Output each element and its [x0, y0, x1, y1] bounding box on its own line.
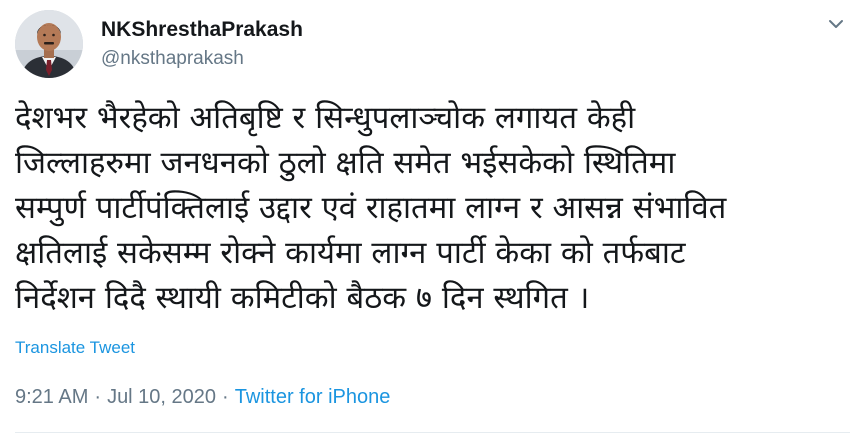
tweet-metadata: 9:21 AM · Jul 10, 2020 · Twitter for iPhone: [15, 384, 390, 410]
meta-separator: ·: [94, 386, 102, 408]
tweet-header: NKShresthaPrakash @nksthaprakash: [15, 8, 303, 80]
tweet-source-link[interactable]: Twitter for iPhone: [235, 386, 391, 408]
user-handle[interactable]: @nksthaprakash: [101, 47, 303, 71]
tweet-text-line: सम्पुर्ण पार्टीपंक्तिलाई उद्दार एवं राहा…: [15, 190, 727, 226]
user-names: NKShresthaPrakash @nksthaprakash: [101, 17, 303, 71]
display-name[interactable]: NKShresthaPrakash: [101, 17, 303, 43]
tweet-text: देशभर भैरहेको अतिबृष्टि र सिन्धुपलाञ्चोक…: [15, 96, 835, 321]
tweet-date: Jul 10, 2020: [107, 386, 217, 408]
meta-separator: ·: [222, 386, 229, 408]
tweet-text-line: निर्देशन दिदै स्थायी कमिटीको बैठक ७ दिन …: [15, 280, 590, 316]
translate-tweet-link[interactable]: Translate Tweet: [15, 337, 135, 359]
avatar-photo-icon: [15, 10, 83, 78]
avatar[interactable]: [15, 10, 83, 78]
chevron-down-icon[interactable]: [826, 14, 846, 34]
tweet-text-line: जिल्लाहरुमा जनधनको ठुलो क्षति समेत भईसके…: [15, 145, 676, 181]
divider: [15, 432, 850, 433]
tweet-text-line: क्षतिलाई सकेसम्म रोक्ने कार्यमा लाग्न पा…: [15, 235, 686, 271]
tweet-text-line: देशभर भैरहेको अतिबृष्टि र सिन्धुपलाञ्चोक…: [15, 100, 636, 136]
tweet: NKShresthaPrakash @nksthaprakash देशभर भ…: [0, 0, 850, 435]
tweet-time: 9:21 AM: [15, 386, 89, 408]
